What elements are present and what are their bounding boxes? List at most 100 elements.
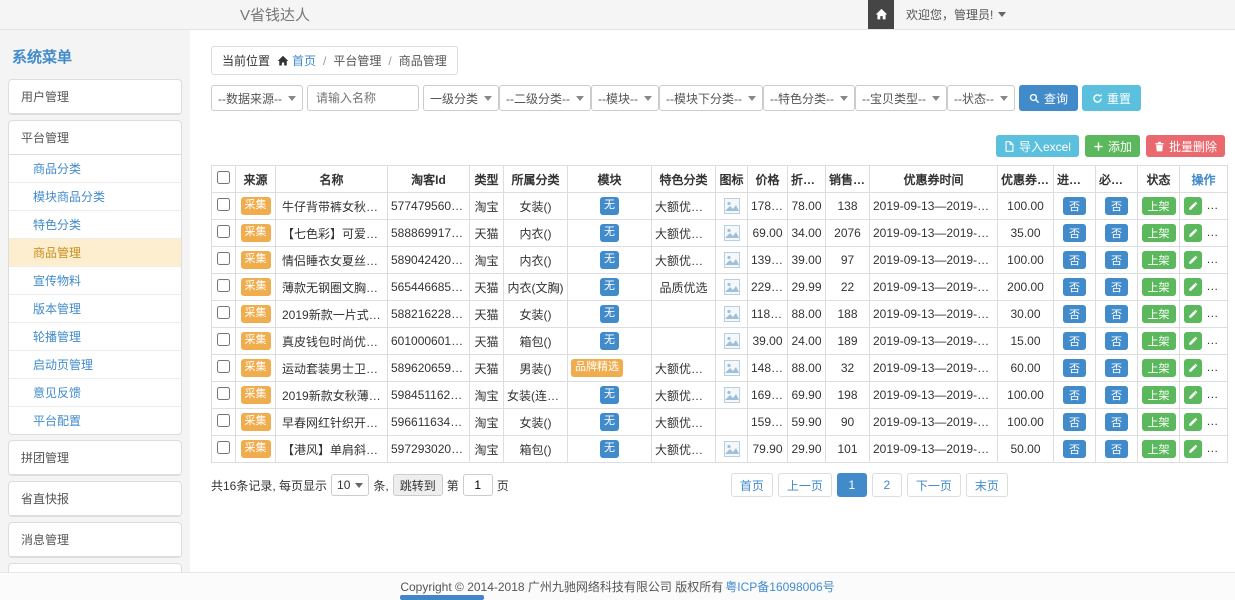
status-button[interactable]: 上架 <box>1142 197 1176 215</box>
import-select-toggle[interactable]: 否 <box>1063 413 1086 431</box>
edit-button[interactable] <box>1184 305 1202 323</box>
page-button[interactable]: 末页 <box>966 473 1008 497</box>
edit-button[interactable] <box>1184 359 1202 377</box>
add-button[interactable]: 添加 <box>1085 135 1140 157</box>
reset-button[interactable]: 重置 <box>1082 85 1141 111</box>
breadcrumb-item[interactable]: 平台管理 <box>333 52 381 69</box>
delete-button[interactable] <box>1207 440 1225 458</box>
edit-button[interactable] <box>1184 278 1202 296</box>
status-button[interactable]: 上架 <box>1142 413 1176 431</box>
filter-select[interactable]: --模块-- <box>591 85 659 111</box>
status-button[interactable]: 上架 <box>1142 224 1176 242</box>
import-select-toggle[interactable]: 否 <box>1063 224 1086 242</box>
import-select-toggle[interactable]: 否 <box>1063 386 1086 404</box>
name-search-input[interactable] <box>307 85 419 111</box>
delete-button[interactable] <box>1207 332 1225 350</box>
delete-button[interactable] <box>1207 197 1225 215</box>
batch-delete-button[interactable]: 批量删除 <box>1146 135 1225 157</box>
edit-button[interactable] <box>1184 386 1202 404</box>
delete-button[interactable] <box>1207 251 1225 269</box>
delete-button[interactable] <box>1207 413 1225 431</box>
row-checkbox[interactable] <box>217 252 230 265</box>
filter-select[interactable]: --二级分类-- <box>499 85 591 111</box>
icp-link[interactable]: 粤ICP备16098006号 <box>725 578 834 595</box>
row-checkbox[interactable] <box>217 198 230 211</box>
page-button[interactable]: 下一页 <box>907 473 961 497</box>
horizontal-scrollbar-thumb[interactable] <box>400 595 484 600</box>
select-all-checkbox[interactable] <box>217 171 230 184</box>
sidebar-group-label[interactable]: 用户管理 <box>9 80 181 113</box>
sidebar-group-label[interactable]: 拼团管理 <box>9 441 181 474</box>
jump-page-input[interactable] <box>463 474 493 496</box>
filter-select[interactable]: --宝贝类型-- <box>855 85 947 111</box>
filter-select[interactable]: --状态-- <box>947 85 1015 111</box>
sidebar-subitem[interactable]: 商品管理 <box>9 239 181 267</box>
row-checkbox[interactable] <box>217 387 230 400</box>
must-buy-toggle[interactable]: 否 <box>1105 386 1128 404</box>
must-buy-toggle[interactable]: 否 <box>1105 224 1128 242</box>
search-button[interactable]: 查询 <box>1019 85 1078 111</box>
row-checkbox[interactable] <box>217 333 230 346</box>
sidebar-subitem[interactable]: 版本管理 <box>9 295 181 323</box>
import-select-toggle[interactable]: 否 <box>1063 251 1086 269</box>
row-checkbox[interactable] <box>217 414 230 427</box>
must-buy-toggle[interactable]: 否 <box>1105 413 1128 431</box>
must-buy-toggle[interactable]: 否 <box>1105 359 1128 377</box>
breadcrumb-item[interactable]: 商品管理 <box>399 52 447 69</box>
sidebar-subitem[interactable]: 启动页管理 <box>9 351 181 379</box>
status-button[interactable]: 上架 <box>1142 305 1176 323</box>
sidebar-subitem[interactable]: 特色分类 <box>9 211 181 239</box>
must-buy-toggle[interactable]: 否 <box>1105 440 1128 458</box>
status-button[interactable]: 上架 <box>1142 278 1176 296</box>
home-button[interactable] <box>868 0 894 29</box>
sidebar-subitem[interactable]: 模块商品分类 <box>9 183 181 211</box>
must-buy-toggle[interactable]: 否 <box>1105 305 1128 323</box>
sidebar-subitem[interactable]: 宣传物料 <box>9 267 181 295</box>
import-select-toggle[interactable]: 否 <box>1063 359 1086 377</box>
edit-button[interactable] <box>1184 440 1202 458</box>
delete-button[interactable] <box>1207 278 1225 296</box>
import-select-toggle[interactable]: 否 <box>1063 305 1086 323</box>
user-menu[interactable]: 欢迎您，管理员! <box>894 0 1018 29</box>
sidebar-group-label[interactable]: 省直快报 <box>9 482 181 515</box>
edit-button[interactable] <box>1184 251 1202 269</box>
sidebar-group-label[interactable]: 平台管理 <box>9 121 181 154</box>
page-button[interactable]: 上一页 <box>778 473 832 497</box>
filter-select[interactable]: 一级分类 <box>423 85 499 111</box>
delete-button[interactable] <box>1207 386 1225 404</box>
must-buy-toggle[interactable]: 否 <box>1105 197 1128 215</box>
row-checkbox[interactable] <box>217 279 230 292</box>
import-excel-button[interactable]: 导入excel <box>996 135 1079 157</box>
edit-button[interactable] <box>1184 332 1202 350</box>
import-select-toggle[interactable]: 否 <box>1063 440 1086 458</box>
sidebar-group-label[interactable]: 订单管理 <box>9 564 181 572</box>
import-select-toggle[interactable]: 否 <box>1063 197 1086 215</box>
sidebar-group-label[interactable]: 消息管理 <box>9 523 181 556</box>
data-source-select[interactable]: --数据来源-- <box>211 85 303 111</box>
import-select-toggle[interactable]: 否 <box>1063 332 1086 350</box>
row-checkbox[interactable] <box>217 306 230 319</box>
status-button[interactable]: 上架 <box>1142 332 1176 350</box>
row-checkbox[interactable] <box>217 225 230 238</box>
breadcrumb-home-link[interactable]: 首页 <box>277 52 316 69</box>
delete-button[interactable] <box>1207 224 1225 242</box>
must-buy-toggle[interactable]: 否 <box>1105 251 1128 269</box>
must-buy-toggle[interactable]: 否 <box>1105 332 1128 350</box>
edit-button[interactable] <box>1184 413 1202 431</box>
status-button[interactable]: 上架 <box>1142 359 1176 377</box>
sidebar-subitem[interactable]: 商品分类 <box>9 155 181 183</box>
jump-button[interactable]: 跳转到 <box>393 474 443 496</box>
delete-button[interactable] <box>1207 359 1225 377</box>
page-button[interactable]: 2 <box>872 473 902 497</box>
edit-button[interactable] <box>1184 224 1202 242</box>
page-button[interactable]: 首页 <box>731 473 773 497</box>
status-button[interactable]: 上架 <box>1142 251 1176 269</box>
filter-select[interactable]: --模块下分类-- <box>659 85 763 111</box>
page-size-select[interactable]: 10 <box>331 474 369 496</box>
edit-button[interactable] <box>1184 197 1202 215</box>
sidebar-subitem[interactable]: 意见反馈 <box>9 379 181 407</box>
status-button[interactable]: 上架 <box>1142 386 1176 404</box>
row-checkbox[interactable] <box>217 441 230 454</box>
filter-select[interactable]: --特色分类-- <box>763 85 855 111</box>
sidebar-subitem[interactable]: 平台配置 <box>9 407 181 434</box>
